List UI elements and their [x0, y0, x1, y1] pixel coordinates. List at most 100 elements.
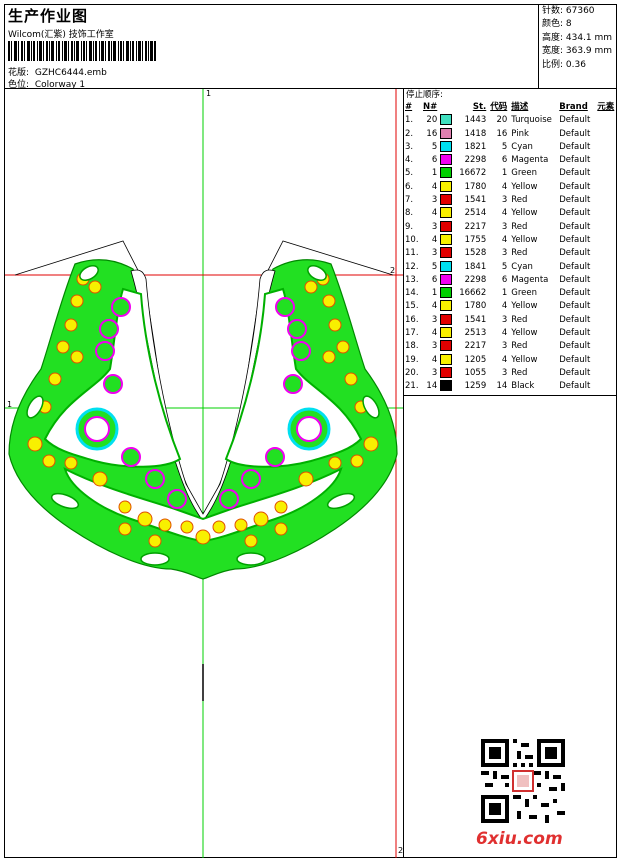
row-code: 1 [501, 288, 508, 299]
row-description: Yellow [511, 208, 538, 219]
table-row: 5. 1 16672 1 Green Default [405, 167, 614, 180]
row-index: 14. [405, 288, 419, 299]
stop-rows: 1. 20 1443 20 Turquoise Default 2. 16 1418 16 Pink… [405, 114, 614, 393]
row-needle: 5 [431, 141, 438, 152]
row-index: 15. [405, 301, 419, 312]
table-row: 3. 5 1821 5 Cyan Default [405, 140, 614, 154]
row-index: 17. [405, 328, 419, 339]
design-width: 宽度: 363.9 mm [542, 46, 613, 57]
row-index: 19. [405, 354, 419, 365]
row-brand: Default [559, 195, 591, 206]
row-code: 4 [501, 234, 508, 245]
color-swatch [440, 313, 453, 325]
embroidery-design-image [5, 89, 403, 858]
row-brand: Default [559, 234, 591, 245]
row-code: 3 [501, 221, 508, 232]
row-index: 1. [405, 115, 414, 126]
row-code: 4 [501, 301, 508, 312]
row-swatch [440, 180, 456, 194]
row-description: Yellow [511, 328, 538, 339]
marker-left: 1 [7, 400, 13, 409]
marker-top: 1 [206, 89, 212, 98]
row-needle: 3 [431, 367, 438, 378]
row-stitches: 1443 [464, 115, 487, 126]
row-index: 21. [405, 381, 419, 392]
row-swatch [440, 260, 456, 274]
row-brand: Default [559, 367, 591, 378]
row-needle: 4 [431, 208, 438, 219]
row-needle: 3 [431, 195, 438, 206]
design-stats: 针数: 67360 颜色: 8 高度: 434.1 mm 宽度: 363.9 m… [538, 5, 617, 88]
row-stitches: 2298 [464, 155, 487, 166]
row-description: Red [511, 341, 528, 352]
row-brand: Default [559, 261, 591, 272]
col-idx: # [405, 102, 413, 112]
row-description: Yellow [511, 301, 538, 312]
table-row: 12. 5 1841 5 Cyan Default [405, 260, 614, 274]
table-row: 7. 3 1541 3 Red Default [405, 194, 614, 207]
row-swatch [440, 300, 456, 313]
stop-table-divider [403, 395, 616, 396]
color-swatch [440, 194, 453, 206]
row-stitches: 1205 [464, 354, 487, 365]
row-code: 3 [501, 248, 508, 259]
color-swatch [440, 273, 453, 285]
row-brand: Default [559, 274, 591, 285]
row-needle: 4 [431, 354, 438, 365]
col-needle: N# [423, 102, 438, 112]
color-swatch [440, 167, 453, 179]
row-swatch [440, 287, 456, 300]
row-swatch [440, 233, 456, 247]
row-description: Red [511, 221, 528, 232]
color-count: 颜色: 8 [542, 19, 572, 30]
row-description: Green [511, 168, 538, 179]
design-height: 高度: 434.1 mm [542, 32, 613, 43]
row-code: 6 [501, 274, 508, 285]
col-brand: Brand [559, 102, 588, 112]
row-index: 6. [405, 181, 414, 192]
row-index: 9. [405, 221, 414, 232]
row-code: 14 [496, 381, 508, 392]
table-row: 16. 3 1541 3 Red Default [405, 313, 614, 327]
table-row: 13. 6 2298 6 Magenta Default [405, 273, 614, 287]
row-needle: 4 [431, 234, 438, 245]
table-row: 2. 16 1418 16 Pink Default [405, 127, 614, 141]
color-swatch [440, 340, 453, 352]
row-index: 20. [405, 367, 419, 378]
table-row: 6. 4 1780 4 Yellow Default [405, 180, 614, 194]
color-swatch [440, 300, 453, 312]
table-row: 20. 3 1055 3 Red Default [405, 366, 614, 380]
row-description: Yellow [511, 234, 538, 245]
col-desc: 描述 [511, 102, 529, 112]
stop-sequence-panel: 停止顺序: # N# St. 代码 描述 Brand 元素 1. 20 1443 20… [405, 89, 616, 394]
table-row: 14. 1 16662 1 Green Default [405, 287, 614, 300]
row-code: 3 [501, 341, 508, 352]
row-needle: 1 [431, 168, 438, 179]
row-stitches: 1541 [464, 314, 487, 325]
row-description: Red [511, 195, 528, 206]
row-brand: Default [559, 181, 591, 192]
stitch-count: 针数: 67360 [542, 6, 595, 16]
row-swatch [440, 327, 456, 340]
barcode-image [8, 41, 156, 61]
row-needle: 3 [431, 248, 438, 259]
row-code: 6 [501, 155, 508, 166]
row-brand: Default [559, 354, 591, 365]
color-swatch [440, 353, 453, 365]
row-needle: 5 [431, 261, 438, 272]
table-row: 4. 6 2298 6 Magenta Default [405, 154, 614, 167]
row-needle: 16 [426, 128, 438, 139]
row-index: 4. [405, 155, 414, 166]
col-code: 代码 [490, 102, 508, 112]
row-description: Green [511, 288, 538, 299]
table-row: 21. 14 1259 14 Black Default [405, 380, 614, 393]
row-needle: 20 [426, 115, 438, 126]
row-code: 5 [501, 261, 508, 272]
row-needle: 6 [431, 155, 438, 166]
table-row: 11. 3 1528 3 Red Default [405, 247, 614, 260]
row-description: Cyan [511, 261, 533, 272]
site-watermark: 6xiu.com [476, 829, 563, 849]
table-row: 8. 4 2514 4 Yellow Default [405, 207, 614, 220]
row-stitches: 2514 [464, 208, 487, 219]
table-row: 17. 4 2513 4 Yellow Default [405, 327, 614, 340]
